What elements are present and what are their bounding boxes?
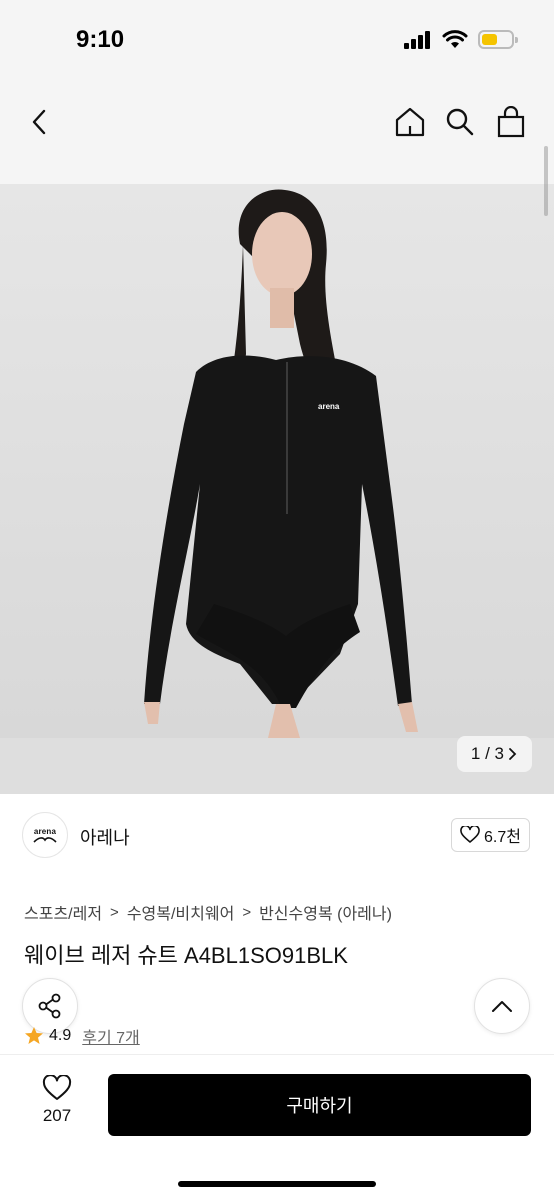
status-bar: 9:10 [0, 0, 554, 84]
review-count-link[interactable]: 후기 7개 [82, 1024, 140, 1048]
product-photo: arena [0, 184, 554, 738]
cellular-signal-icon [404, 30, 430, 49]
bottom-purchase-bar: 207 구매하기 [0, 1054, 554, 1200]
breadcrumb: 스포츠/레저 > 수영복/비치웨어 > 반신수영복 (아레나) [24, 900, 392, 924]
breadcrumb-item[interactable]: 수영복/비치웨어 [127, 900, 235, 924]
brand-logo-text: arena [33, 826, 57, 836]
brand-row: arena 아레나 6.7천 [0, 808, 554, 862]
arena-logo-icon [33, 836, 57, 843]
back-button[interactable] [20, 102, 60, 142]
rating-row: 4.9 후기 7개 [24, 1024, 140, 1048]
search-icon [446, 108, 474, 136]
shopping-bag-icon [497, 106, 525, 138]
brand-like-count: 6.7천 [484, 829, 521, 846]
brand-like-button[interactable]: 6.7천 [451, 818, 530, 852]
chevron-right-icon: > [242, 903, 252, 921]
home-icon [395, 107, 425, 137]
battery-level [482, 34, 498, 45]
top-navigation [0, 84, 554, 184]
chevron-right-icon: > [110, 903, 119, 921]
wifi-icon [442, 30, 468, 48]
breadcrumb-item[interactable]: 스포츠/레저 [24, 900, 102, 924]
chevron-left-icon [32, 109, 46, 135]
scrollbar[interactable] [544, 146, 548, 216]
status-icons [404, 30, 518, 49]
brand-logo[interactable]: arena [22, 812, 68, 858]
home-button[interactable] [390, 102, 430, 142]
wishlist-button[interactable]: 207 [30, 1075, 84, 1126]
battery-icon [478, 30, 518, 49]
heart-icon [460, 826, 480, 843]
star-icon [25, 1027, 43, 1044]
search-button[interactable] [440, 102, 480, 142]
status-time: 9:10 [76, 26, 125, 53]
scroll-to-top-button[interactable] [474, 978, 530, 1034]
shopping-bag-button[interactable] [491, 102, 531, 142]
chevron-right-icon [509, 748, 517, 760]
buy-button[interactable]: 구매하기 [108, 1074, 531, 1136]
wishlist-count: 207 [42, 1106, 72, 1125]
breadcrumb-item[interactable]: 반신수영복 (아레나) [259, 900, 392, 924]
product-title: 웨이브 레저 슈트 A4BL1SO91BLK [24, 943, 348, 968]
home-indicator[interactable] [178, 1181, 376, 1187]
rating-value: 4.9 [49, 1027, 72, 1044]
share-icon [38, 993, 61, 1019]
gallery-page-counter[interactable]: 1 / 3 [456, 736, 532, 772]
product-image-gallery[interactable]: arena 1 / 3 [0, 184, 554, 794]
svg-text:arena: arena [318, 402, 340, 411]
brand-name[interactable]: 아레나 [80, 824, 130, 850]
product-model-image: arena [144, 189, 418, 738]
heart-icon [42, 1075, 72, 1100]
chevron-up-icon [492, 1001, 512, 1012]
gallery-counter-text: 1 / 3 [470, 744, 504, 763]
